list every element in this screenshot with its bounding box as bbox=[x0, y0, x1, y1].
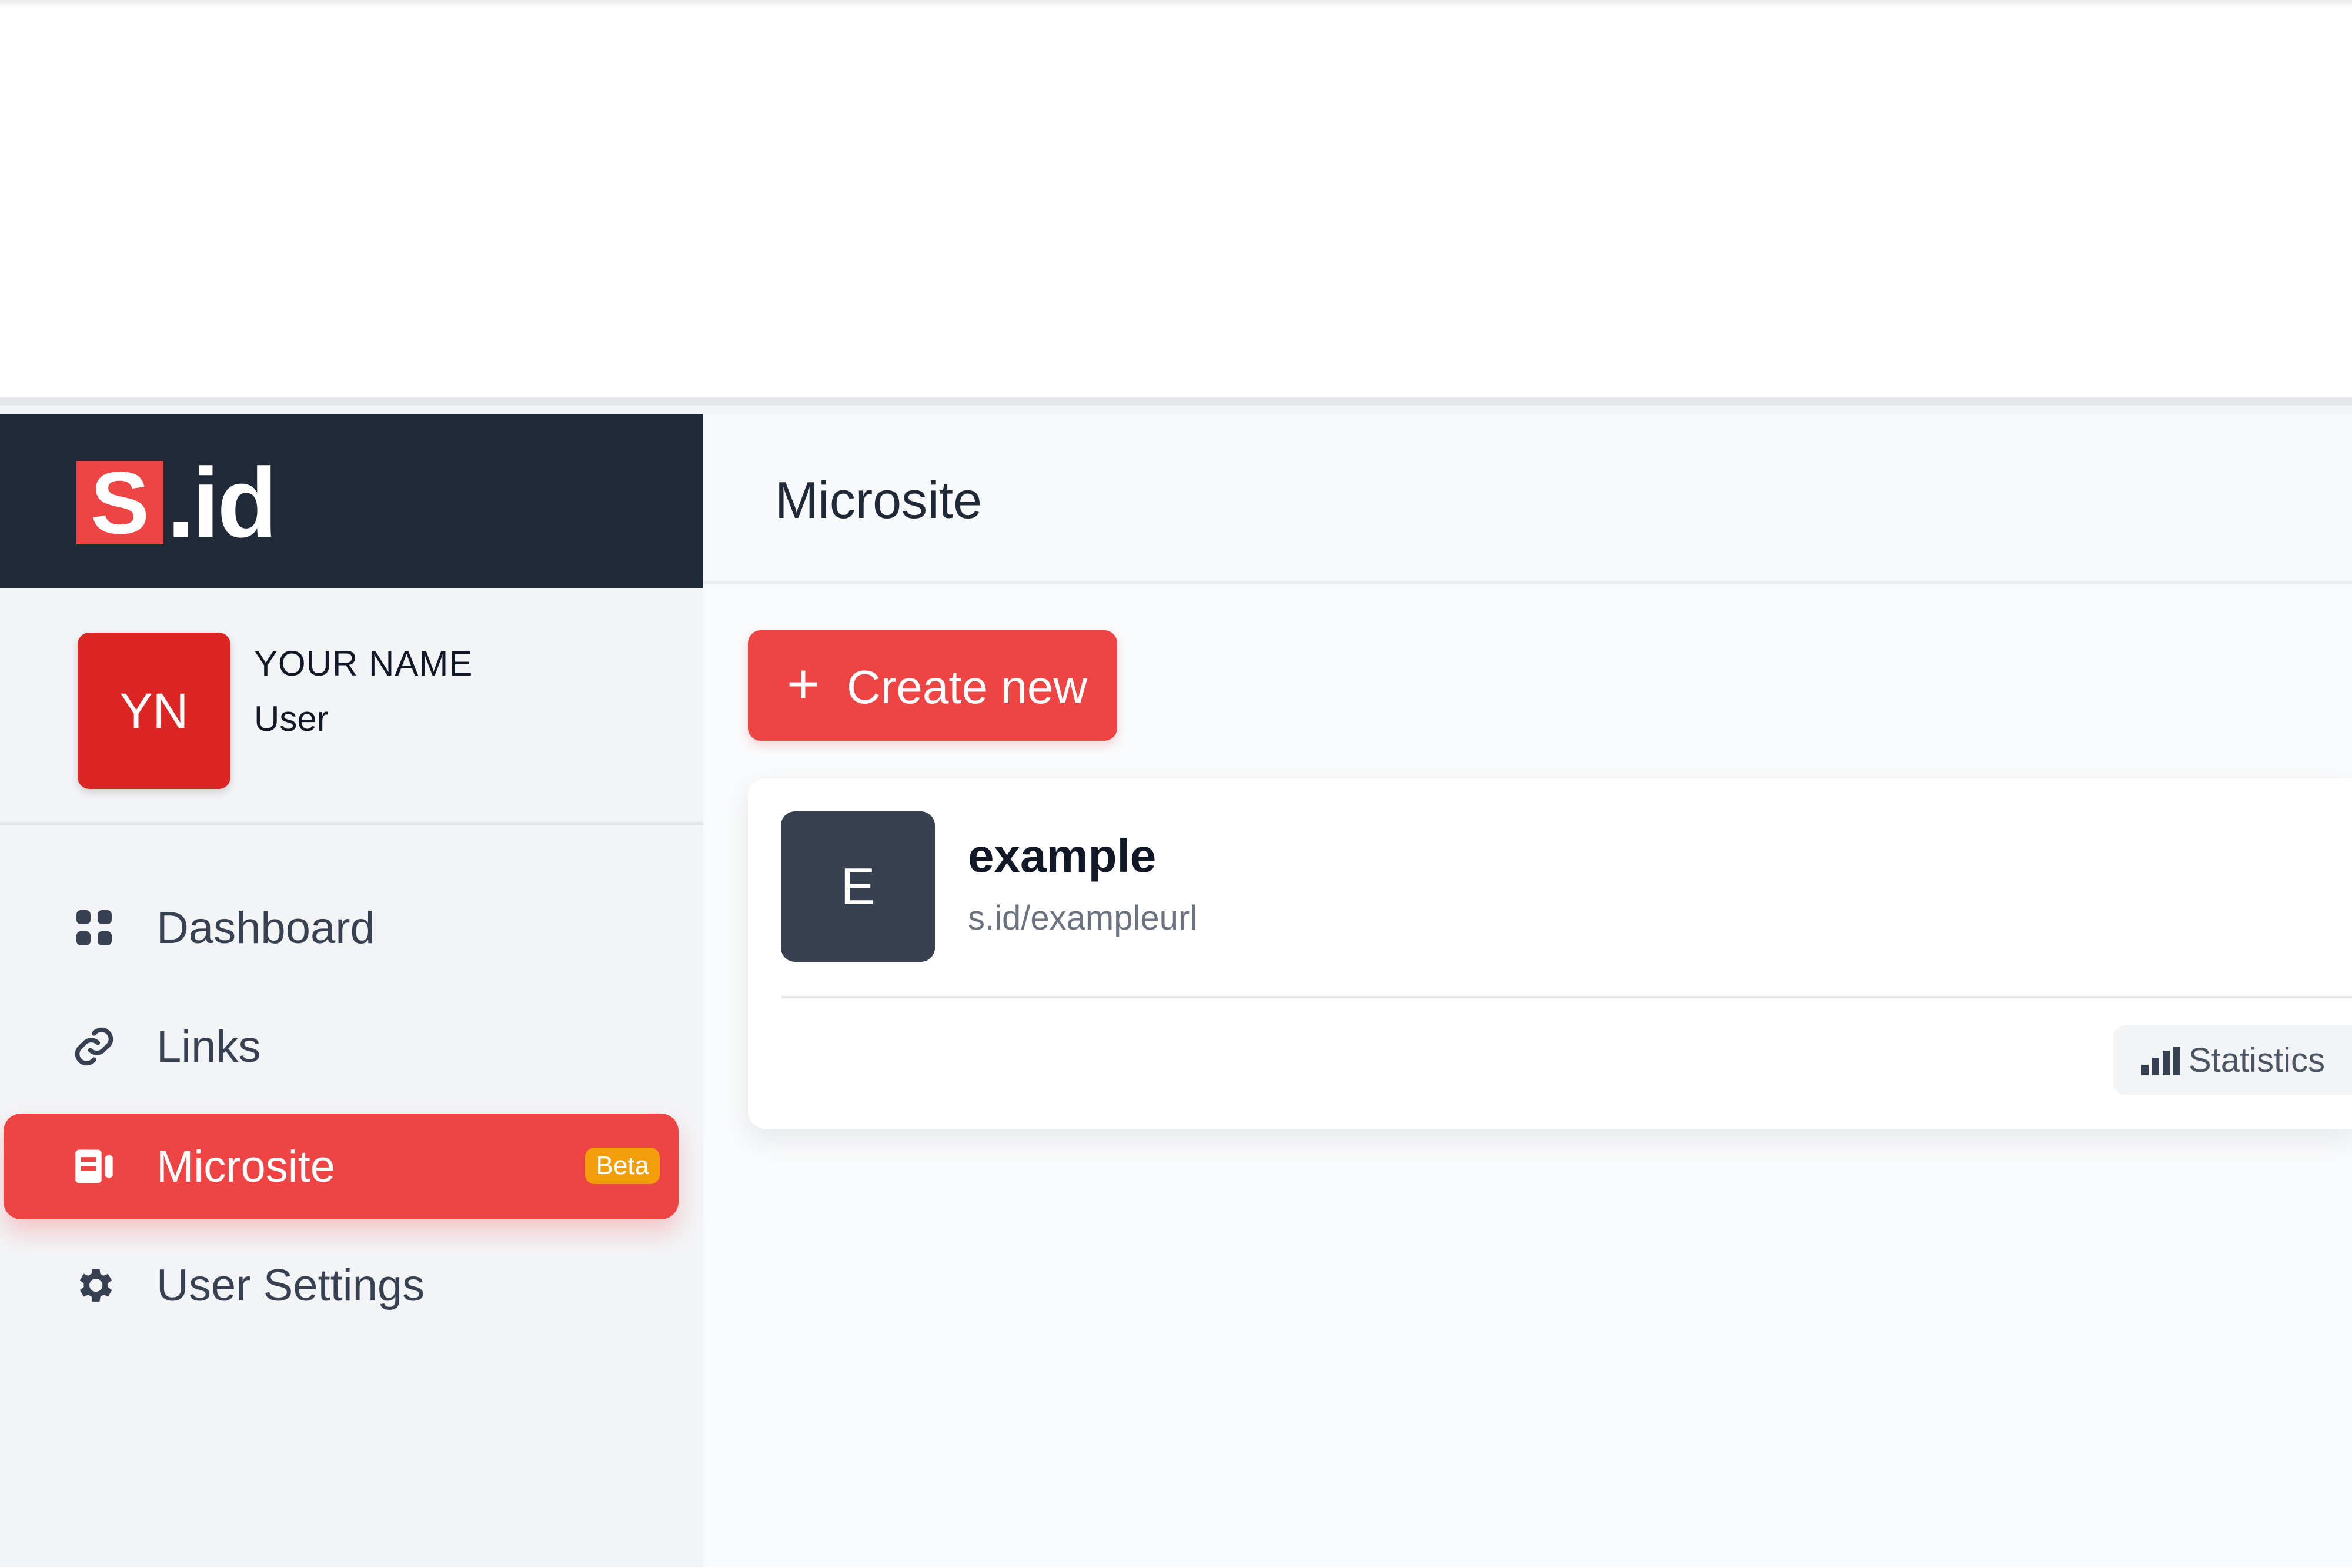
sidebar-item-user-settings[interactable]: User Settings bbox=[4, 1232, 679, 1338]
sidebar-item-microsite[interactable]: Microsite Beta bbox=[4, 1114, 679, 1219]
sidebar-item-label: Links bbox=[156, 1021, 261, 1072]
logo-text: .id bbox=[167, 447, 278, 558]
site-url[interactable]: s.id/exampleurl bbox=[968, 898, 1197, 938]
sidebar-item-label: Dashboard bbox=[156, 902, 375, 953]
profile-role: User bbox=[254, 699, 329, 738]
beta-badge: Beta bbox=[585, 1148, 660, 1184]
user-profile: YN YOUR NAME User bbox=[0, 588, 703, 825]
create-new-button[interactable]: + Create new bbox=[748, 630, 1117, 741]
gear-icon bbox=[71, 1262, 118, 1309]
site-avatar: E bbox=[781, 811, 935, 962]
app-shell: S .id YN YOUR NAME User Dashboard Links … bbox=[0, 397, 2352, 1567]
main-content: Microsite + Create new E example s.id/ex… bbox=[703, 414, 2352, 1567]
link-icon bbox=[71, 1023, 118, 1070]
create-new-label: Create new bbox=[847, 661, 1088, 713]
statistics-button[interactable]: Statistics bbox=[2113, 1025, 2352, 1095]
sidebar-item-label: User Settings bbox=[156, 1260, 425, 1310]
sidebar-item-dashboard[interactable]: Dashboard bbox=[4, 875, 679, 981]
card-divider bbox=[781, 996, 2352, 998]
avatar[interactable]: YN bbox=[78, 633, 230, 789]
window-top-edge bbox=[0, 0, 2352, 8]
sidebar: S .id YN YOUR NAME User Dashboard Links … bbox=[0, 414, 703, 1567]
sidebar-item-label: Microsite bbox=[156, 1141, 336, 1192]
page-title: Microsite bbox=[775, 471, 983, 529]
profile-name: YOUR NAME bbox=[254, 644, 473, 683]
logo-mark: S bbox=[76, 459, 163, 547]
sidebar-item-links[interactable]: Links bbox=[4, 994, 679, 1099]
page-header: Microsite bbox=[703, 414, 2352, 584]
plus-icon: + bbox=[787, 653, 820, 716]
microsite-card[interactable]: E example s.id/exampleurl Statistics bbox=[748, 778, 2352, 1129]
microsite-icon bbox=[71, 1143, 118, 1190]
statistics-label: Statistics bbox=[2189, 1041, 2326, 1079]
bar-chart-icon bbox=[2141, 1047, 2180, 1076]
logo-bar: S .id bbox=[0, 414, 703, 588]
sid-logo[interactable]: S .id bbox=[76, 447, 278, 558]
grid-icon bbox=[71, 904, 118, 951]
site-name[interactable]: example bbox=[968, 829, 1156, 883]
